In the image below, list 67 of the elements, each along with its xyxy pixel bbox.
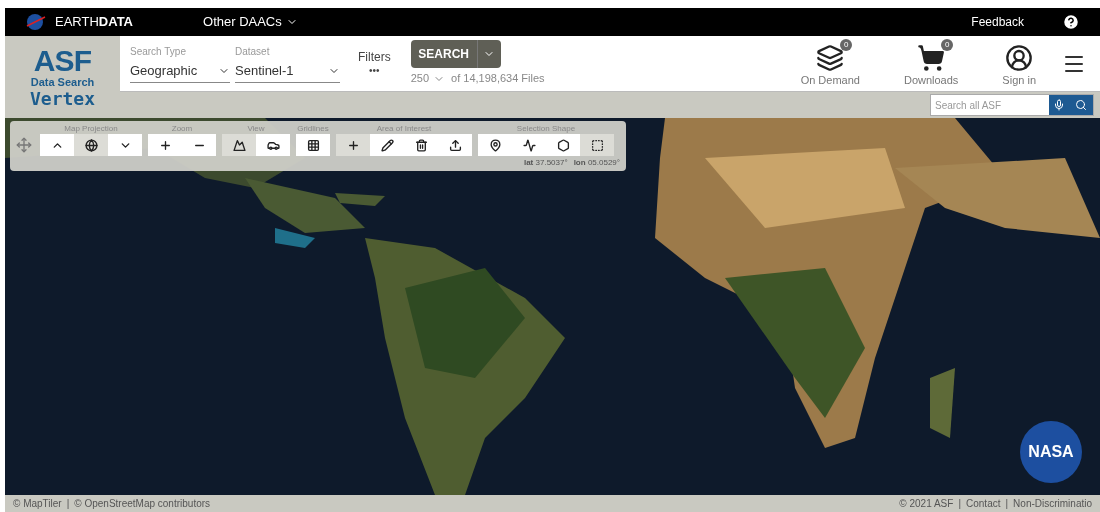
dataset-label: Dataset: [235, 44, 271, 59]
pencil-icon: [380, 138, 394, 152]
separator: |: [958, 497, 961, 511]
map-tool-button[interactable]: [296, 134, 330, 156]
result-count: of 14,198,634 Files: [451, 71, 545, 87]
latitude-readout: lat 37.5037°: [523, 157, 568, 169]
map-tool-button[interactable]: [336, 134, 370, 156]
cart-icon: [917, 44, 946, 73]
max-results-select[interactable]: 250: [410, 70, 446, 87]
earthdata-brand[interactable]: EARTHDATA: [55, 12, 133, 32]
map-tool-button[interactable]: [546, 134, 580, 156]
search-type-select[interactable]: Geographic: [130, 60, 230, 84]
separator: |: [66, 497, 70, 511]
box-icon: [590, 138, 604, 152]
logo-mark: ASF: [33, 46, 92, 76]
footer-link[interactable]: © MapTiler: [13, 496, 62, 511]
stacked-squares-icon: [816, 44, 845, 73]
mic-icon: [1053, 99, 1065, 111]
line-icon: [522, 138, 536, 152]
feedback-link[interactable]: Feedback: [971, 13, 1024, 31]
map-tool-button[interactable]: [74, 134, 108, 156]
search-type-label: Search Type: [130, 44, 187, 59]
pin-icon: [488, 138, 502, 152]
footer-link[interactable]: © 2021 ASF: [899, 496, 954, 511]
map-tool-button[interactable]: [222, 134, 256, 156]
longitude-readout: lon 05.0529°: [573, 157, 620, 169]
other-daacs-menu[interactable]: Other DAACs: [203, 12, 298, 32]
upload-icon: [448, 138, 462, 152]
nasa-logo-icon: [25, 13, 47, 31]
map-tool-button[interactable]: [256, 134, 290, 156]
user-icon: [1005, 44, 1034, 73]
search-button[interactable]: SEARCH: [410, 40, 477, 69]
header-action[interactable]: 0 On Demand: [790, 38, 870, 89]
polygon-icon: [556, 138, 570, 152]
separator: |: [1005, 497, 1009, 511]
search-options-button[interactable]: [476, 40, 501, 69]
mountain-icon: [232, 138, 246, 152]
site-search-input[interactable]: Search all ASF: [931, 95, 1049, 115]
header-action[interactable]: 0 Downloads: [893, 38, 969, 89]
globe-icon: [84, 138, 98, 152]
count-badge: 0: [941, 39, 954, 52]
toolbar-group-label: Zoom: [171, 123, 193, 134]
plus-icon: [346, 138, 360, 152]
count-badge: 0: [840, 39, 853, 52]
voice-search-button[interactable]: [1049, 95, 1069, 115]
help-icon[interactable]: [1062, 13, 1080, 31]
move-icon[interactable]: [16, 137, 32, 153]
header-action[interactable]: Sign in: [992, 38, 1046, 89]
map-tool-button[interactable]: [148, 134, 182, 156]
dataset-select[interactable]: Sentinel-1: [235, 60, 340, 84]
map-tool-button[interactable]: [478, 134, 512, 156]
logo-panel[interactable]: ASF Data Search Vertex: [5, 36, 120, 118]
zoom-in-icon: [158, 138, 172, 152]
grid-icon: [306, 138, 320, 152]
filters-button[interactable]: Filters •••: [358, 49, 391, 78]
map-tool-button[interactable]: [370, 134, 404, 156]
search-icon: [1075, 99, 1087, 111]
logo-subtitle: Data Search: [30, 77, 95, 88]
footer-link[interactable]: Contact: [966, 496, 1001, 511]
map-tool-button[interactable]: [580, 134, 614, 156]
footer-link[interactable]: © OpenStreetMap contributors: [74, 496, 211, 511]
search-button[interactable]: [1069, 95, 1093, 115]
map-tool-button[interactable]: [438, 134, 472, 156]
logo-name: Vertex: [30, 90, 95, 108]
site-search-field[interactable]: Search all ASF: [930, 94, 1094, 116]
footer-link[interactable]: Non-Discriminatio: [1013, 496, 1092, 511]
trash-icon: [414, 138, 428, 152]
